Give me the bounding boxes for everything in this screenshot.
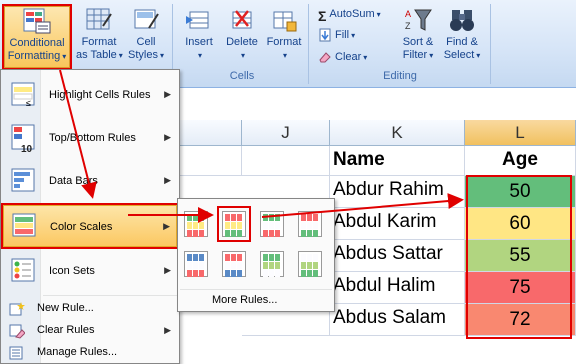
annotation-arrows bbox=[59, 69, 464, 223]
